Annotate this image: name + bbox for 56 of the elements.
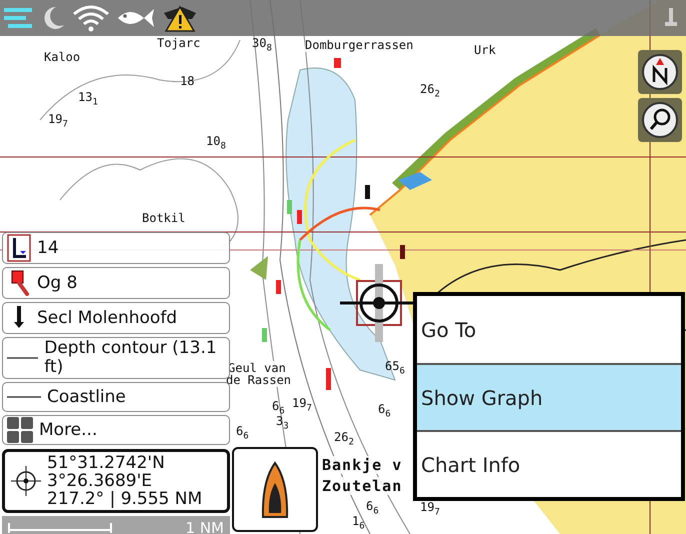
buoy-marker: [326, 368, 331, 390]
coordinates-text: 51°31.2742'N 3°26.3689'E 217.2° | 9.555 NM: [47, 454, 202, 508]
depth-sounding: 30$_{8}$: [252, 36, 272, 54]
depth-sounding: 19$_{7}$: [420, 500, 440, 518]
scale-label: 1 NM: [186, 519, 224, 534]
depth-sounding: 6$_{6}$: [378, 402, 391, 420]
fish-icon[interactable]: [116, 6, 156, 30]
place-name: Zoutelan: [322, 477, 402, 495]
depth-sounding: 1$_{6}$: [352, 514, 365, 532]
place-name: Botkil: [142, 211, 186, 225]
depth-sounding: 18: [180, 74, 194, 88]
depth-marker-icon: [7, 234, 31, 262]
line-icon: [7, 356, 38, 360]
depth-sounding: 19$_{7}$: [48, 112, 68, 130]
place-name: Bankje v: [322, 456, 402, 474]
place-name: de Rassen: [226, 373, 292, 387]
moon-icon[interactable]: [42, 5, 66, 31]
water-patch: [398, 172, 432, 190]
depth-sounding: 13$_{1}$: [78, 90, 98, 108]
search-button[interactable]: [638, 98, 682, 142]
buoy-marker: [297, 210, 302, 224]
depth-sounding: 6$_{6}$: [236, 424, 249, 442]
beacon-marker: [400, 245, 405, 259]
compass-button[interactable]: [638, 50, 682, 94]
depth-sounding: 19$_{7}$: [292, 396, 312, 414]
islet-area: [250, 256, 268, 280]
depth-sounding: 3$_{3}$: [276, 414, 289, 432]
buoy-marker: [334, 58, 341, 68]
depth-sounding: 26$_{2}$: [334, 430, 354, 448]
depth-sounding: 26$_{2}$: [420, 82, 440, 100]
depth-sounding: 6$_{6}$: [272, 399, 285, 416]
place-name: Urk: [474, 43, 496, 57]
place-name: Tojarc: [157, 36, 200, 50]
depth-sounding: 65$_{6}$: [385, 359, 405, 376]
wifi-icon[interactable]: [72, 4, 110, 32]
boat-icon: [261, 460, 289, 518]
crosshair-icon: [11, 466, 41, 496]
line-icon: [7, 395, 41, 399]
place-name: Kaloo: [44, 50, 80, 64]
beacon-marker: [365, 185, 370, 199]
search-icon: [641, 101, 679, 139]
chart-feature-item[interactable]: 14: [2, 232, 230, 264]
chart-feature-item[interactable]: More...: [2, 415, 230, 445]
menu-item[interactable]: Show Graph: [417, 363, 681, 430]
depth-sounding: 10$_{8}$: [206, 134, 226, 152]
buoy-marker: [262, 328, 267, 342]
depth-sounding: 6$_{6}$: [366, 499, 379, 516]
grid-icon: [7, 417, 33, 443]
place-name: Domburgerrassen: [305, 38, 414, 52]
buoy-marker: [287, 200, 292, 214]
north-compass-icon: [641, 53, 679, 91]
warning-icon[interactable]: [162, 3, 198, 33]
vessel-button[interactable]: [232, 447, 318, 532]
chart-feature-item[interactable]: Secl Molenhoofd: [2, 302, 230, 334]
buoy-marker: [276, 280, 281, 294]
chart-feature-item[interactable]: Og 8: [2, 267, 230, 299]
